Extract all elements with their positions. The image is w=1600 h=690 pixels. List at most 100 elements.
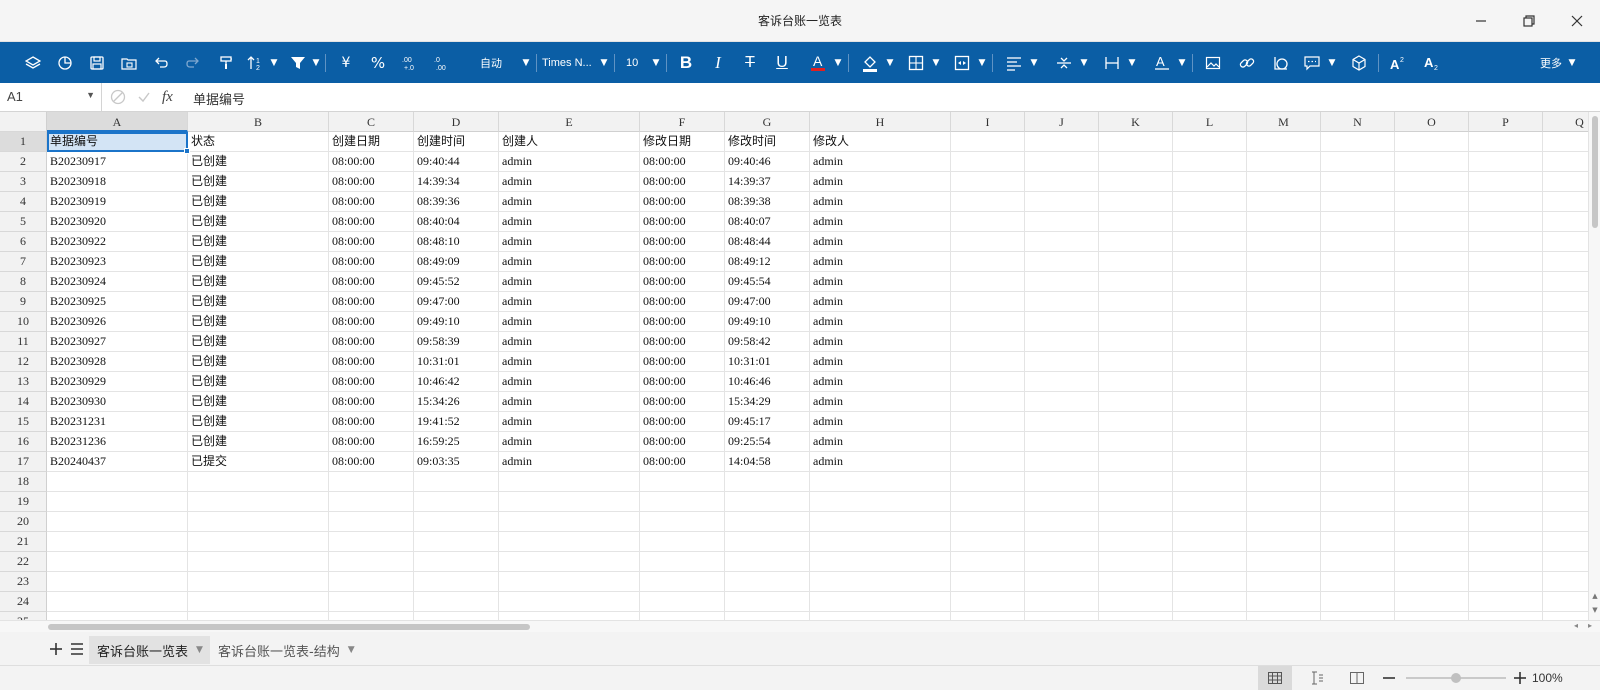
text-style-button[interactable]: A [1150,42,1174,83]
grid-cell[interactable]: B20230928 [47,352,188,372]
grid-cell[interactable] [1173,272,1247,292]
column-header[interactable]: M [1247,112,1321,132]
cancel-edit-icon[interactable] [110,83,126,111]
grid-cell[interactable] [1173,352,1247,372]
grid-cell[interactable] [725,532,810,552]
redo-button[interactable] [180,42,206,83]
grid-cell[interactable] [1395,612,1469,620]
sheet-tab-1[interactable]: 客诉台账一览表 ▼ [89,636,210,664]
grid-cell[interactable] [1321,492,1395,512]
grid-cell[interactable]: admin [810,272,951,292]
grid-cell[interactable]: 08:39:36 [414,192,499,212]
grid-cell[interactable]: 09:45:17 [725,412,810,432]
grid-cell[interactable] [951,532,1025,552]
grid-cell[interactable] [1395,512,1469,532]
grid-cell[interactable] [188,532,329,552]
grid-cell[interactable]: 08:00:00 [640,212,725,232]
grid-cell[interactable] [1395,192,1469,212]
grid-cell[interactable]: 08:39:38 [725,192,810,212]
grid-cell[interactable]: 已创建 [188,192,329,212]
grid-cell[interactable] [1395,212,1469,232]
grid-cell[interactable]: 09:47:00 [414,292,499,312]
grid-cell[interactable] [414,492,499,512]
grid-cell[interactable] [1321,332,1395,352]
grid-cell[interactable]: 08:00:00 [329,252,414,272]
grid-cell[interactable] [1173,312,1247,332]
grid-cell[interactable] [1247,492,1321,512]
grid-cell[interactable] [1469,452,1543,472]
grid-cell[interactable] [1395,592,1469,612]
bold-button[interactable]: B [674,42,698,83]
grid-cell[interactable] [951,332,1025,352]
column-header[interactable]: C [329,112,414,132]
grid-cell[interactable] [1173,372,1247,392]
grid-cell[interactable]: 14:04:58 [725,452,810,472]
grid-cell[interactable] [951,172,1025,192]
grid-cell[interactable] [1025,512,1099,532]
row-header[interactable]: 20 [0,512,47,532]
row-header[interactable]: 17 [0,452,47,472]
grid-cell[interactable] [1395,532,1469,552]
column-header[interactable]: B [188,112,329,132]
grid-cell[interactable]: 09:40:44 [414,152,499,172]
zoom-slider-knob[interactable] [1451,673,1461,683]
grid-cell[interactable] [951,552,1025,572]
grid-cell[interactable]: admin [810,172,951,192]
grid-cell[interactable] [1025,532,1099,552]
grid-cell[interactable] [1469,492,1543,512]
grid-cell[interactable]: admin [810,292,951,312]
grid-cell[interactable] [1395,152,1469,172]
grid-cell[interactable]: admin [810,392,951,412]
column-header[interactable]: K [1099,112,1173,132]
grid-cell[interactable]: 修改时间 [725,132,810,152]
grid-cell[interactable] [1099,192,1173,212]
grid-cell[interactable]: 15:34:29 [725,392,810,412]
grid-cell[interactable] [951,292,1025,312]
grid-cell[interactable] [1469,312,1543,332]
save-button[interactable] [84,42,110,83]
grid-cell[interactable] [47,552,188,572]
grid-cell[interactable] [414,552,499,572]
row-header[interactable]: 2 [0,152,47,172]
grid-cell[interactable] [1099,252,1173,272]
grid-cell[interactable] [414,532,499,552]
grid-cell[interactable]: 已创建 [188,172,329,192]
column-header[interactable]: I [951,112,1025,132]
grid-cell[interactable] [1469,612,1543,620]
zoom-level[interactable]: 100% [1532,671,1563,685]
grid-cell[interactable]: admin [810,312,951,332]
grid-cell[interactable]: 08:00:00 [329,352,414,372]
grid-cell[interactable] [1173,252,1247,272]
grid-cell[interactable] [188,512,329,532]
grid-cell[interactable] [1025,232,1099,252]
chevron-down-icon[interactable]: ▼ [196,645,203,655]
grid-cell[interactable]: B20231236 [47,432,188,452]
number-format-select[interactable]: 自动 [480,42,524,83]
grid-cell[interactable] [1321,612,1395,620]
grid-cell[interactable] [1173,592,1247,612]
grid-cell[interactable] [1247,172,1321,192]
grid-cell[interactable]: B20230923 [47,252,188,272]
grid-cell[interactable]: B20231231 [47,412,188,432]
grid-cell[interactable] [499,612,640,620]
grid-cell[interactable] [1321,472,1395,492]
grid-cell[interactable] [1099,472,1173,492]
underline-button[interactable]: U [770,42,794,83]
grid-cell[interactable] [1321,312,1395,332]
scroll-up-icon[interactable]: ▲ [1590,592,1600,600]
grid-cell[interactable] [1247,292,1321,312]
grid-cell[interactable] [1173,392,1247,412]
grid-cell[interactable] [1099,352,1173,372]
grid-cell[interactable] [951,372,1025,392]
grid-cell[interactable]: 08:48:10 [414,232,499,252]
grid-cell[interactable] [1469,172,1543,192]
borders-button[interactable] [904,42,928,83]
grid-cell[interactable] [1099,172,1173,192]
grid-cell[interactable] [951,232,1025,252]
grid-cell[interactable] [1321,552,1395,572]
grid-cell[interactable]: admin [499,352,640,372]
grid-cell[interactable] [951,592,1025,612]
grid-cell[interactable]: admin [810,452,951,472]
grid-cell[interactable] [725,592,810,612]
grid-cell[interactable] [499,532,640,552]
